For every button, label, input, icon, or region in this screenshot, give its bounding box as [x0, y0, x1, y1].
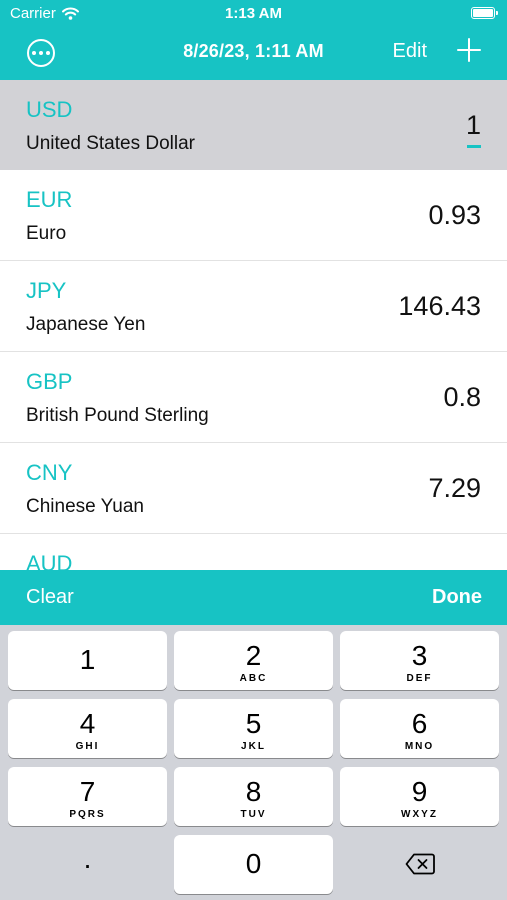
- key-5[interactable]: 5 JKL: [174, 699, 333, 758]
- key-letters: PQRS: [69, 809, 106, 820]
- plus-icon[interactable]: [457, 38, 481, 62]
- key-3[interactable]: 3 DEF: [340, 631, 499, 690]
- done-button[interactable]: Done: [432, 586, 482, 609]
- key-digit: 4: [79, 708, 96, 739]
- key-letters: MNO: [404, 741, 435, 752]
- key-letters: WXYZ: [401, 809, 438, 820]
- key-digit: .: [83, 843, 92, 874]
- status-time: 1:13 AM: [225, 5, 282, 22]
- key-6[interactable]: 6 MNO: [340, 699, 499, 758]
- key-letters: ABC: [239, 673, 268, 684]
- key-letters: DEF: [406, 673, 433, 684]
- currency-list: USD United States Dollar 1 EUR Euro 0.93…: [0, 80, 507, 570]
- key-decimal[interactable]: .: [8, 835, 167, 894]
- keyboard-accessory-bar: Clear Done: [0, 570, 507, 625]
- key-8[interactable]: 8 TUV: [174, 767, 333, 826]
- currency-row-usd[interactable]: USD United States Dollar 1: [0, 80, 507, 170]
- key-digit: 6: [411, 708, 428, 739]
- key-digit: 3: [411, 640, 428, 671]
- currency-value: 146.43: [398, 291, 481, 321]
- key-digit: 9: [411, 776, 428, 807]
- nav-title: 8/26/23, 1:11 AM: [183, 41, 324, 61]
- currency-value: 0.93: [428, 200, 481, 230]
- top-bar: Carrier 1:13 AM 8/26/23, 1:11 AM Edit: [0, 0, 507, 80]
- currency-code: USD: [26, 97, 73, 122]
- currency-row-gbp[interactable]: GBP British Pound Sterling 0.8: [0, 352, 507, 443]
- key-digit: 1: [79, 644, 96, 675]
- key-letters: TUV: [240, 809, 267, 820]
- key-2[interactable]: 2 ABC: [174, 631, 333, 690]
- key-letters: JKL: [241, 741, 266, 752]
- currency-row-aud[interactable]: AUD: [0, 534, 507, 570]
- currency-amount-input[interactable]: 1: [466, 110, 481, 141]
- clear-button[interactable]: Clear: [26, 586, 74, 609]
- key-digit: 0: [245, 848, 262, 879]
- currency-row-jpy[interactable]: JPY Japanese Yen 146.43: [0, 261, 507, 352]
- status-bar: Carrier 1:13 AM: [0, 0, 507, 28]
- key-letters: GHI: [75, 741, 100, 752]
- delete-backward-icon: [405, 853, 435, 875]
- key-digit: 2: [245, 640, 262, 671]
- currency-name: Euro: [26, 223, 67, 244]
- currency-code: AUD: [26, 551, 73, 570]
- key-7[interactable]: 7 PQRS: [8, 767, 167, 826]
- currency-name: Japanese Yen: [26, 314, 146, 335]
- key-9[interactable]: 9 WXYZ: [340, 767, 499, 826]
- currency-code: JPY: [26, 278, 67, 303]
- currency-row-cny[interactable]: CNY Chinese Yuan 7.29: [0, 443, 507, 534]
- text-cursor: [467, 145, 481, 148]
- currency-name: United States Dollar: [26, 133, 195, 154]
- battery-icon: [471, 7, 498, 19]
- delete-key[interactable]: [340, 835, 499, 894]
- edit-button[interactable]: Edit: [393, 40, 427, 63]
- navigation-bar: 8/26/23, 1:11 AM Edit: [0, 28, 507, 80]
- currency-code: CNY: [26, 460, 73, 485]
- currency-value: 7.29: [428, 473, 481, 503]
- currency-row-eur[interactable]: EUR Euro 0.93: [0, 170, 507, 261]
- currency-code: EUR: [26, 187, 73, 212]
- key-0[interactable]: 0: [174, 835, 333, 894]
- currency-value: 0.8: [443, 382, 481, 412]
- key-4[interactable]: 4 GHI: [8, 699, 167, 758]
- numeric-keypad: 1 2 ABC 3 DEF 4 GHI 5 JKL 6 MNO 7 PQRS 8…: [0, 625, 507, 900]
- key-digit: 7: [79, 776, 96, 807]
- key-1[interactable]: 1: [8, 631, 167, 690]
- currency-name: Chinese Yuan: [26, 496, 144, 517]
- currency-code: GBP: [26, 369, 73, 394]
- currency-name: British Pound Sterling: [26, 405, 209, 426]
- key-digit: 8: [245, 776, 262, 807]
- key-digit: 5: [245, 708, 262, 739]
